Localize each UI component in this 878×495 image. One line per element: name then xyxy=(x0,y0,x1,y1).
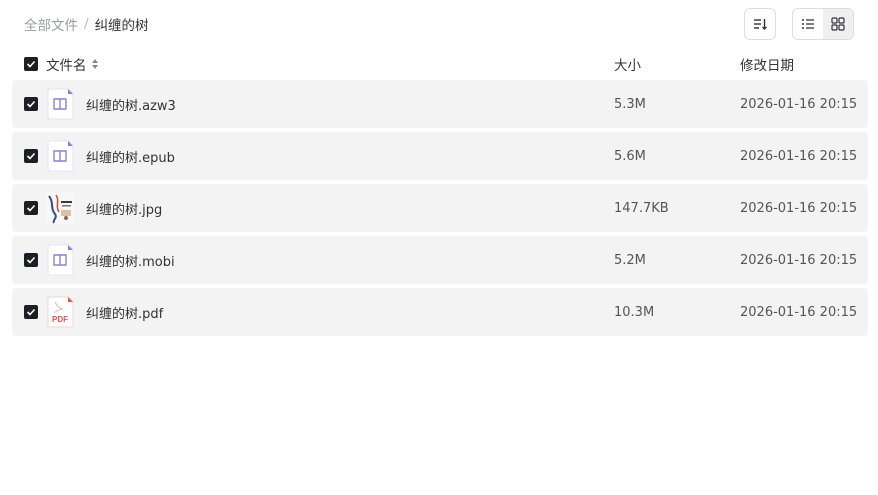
check-icon xyxy=(26,256,36,264)
file-size: 10.3M xyxy=(614,304,655,320)
ebook-icon xyxy=(47,244,74,276)
column-header-name[interactable]: 文件名 xyxy=(46,54,614,74)
file-row[interactable]: 纠缠的树.azw3 5.3M 2026-01-16 20:15 xyxy=(12,80,868,128)
image-thumbnail xyxy=(46,192,74,224)
select-all-checkbox[interactable] xyxy=(24,57,38,71)
file-size: 5.3M xyxy=(614,96,646,112)
file-row[interactable]: 纠缠的树.epub 5.6M 2026-01-16 20:15 xyxy=(12,132,868,180)
list-view-button[interactable] xyxy=(793,9,823,39)
grid-view-button[interactable] xyxy=(823,9,853,39)
file-row[interactable]: 纠缠的树.mobi 5.2M 2026-01-16 20:15 xyxy=(12,236,868,284)
sort-icon xyxy=(754,19,767,30)
breadcrumb: 全部文件 / 纠缠的树 xyxy=(24,14,149,34)
file-name[interactable]: 纠缠的树.azw3 xyxy=(86,95,614,114)
list-header: 文件名 大小 修改日期 xyxy=(12,52,868,76)
file-date: 2026-01-16 20:15 xyxy=(740,304,858,320)
column-header-name-label: 文件名 xyxy=(46,58,87,74)
breadcrumb-root[interactable]: 全部文件 xyxy=(24,14,78,34)
file-date: 2026-01-16 20:15 xyxy=(740,252,858,268)
grid-view-icon xyxy=(831,17,845,31)
check-icon xyxy=(26,60,36,68)
breadcrumb-separator: / xyxy=(84,16,89,32)
pdf-label: PDF xyxy=(52,315,68,324)
check-icon xyxy=(26,308,36,316)
ebook-icon xyxy=(47,88,74,120)
file-size: 147.7KB xyxy=(614,200,669,216)
breadcrumb-current: 纠缠的树 xyxy=(94,18,149,34)
sort-toggle-icon xyxy=(91,59,98,69)
file-size: 5.2M xyxy=(614,252,646,268)
column-header-size: 大小 xyxy=(614,58,641,74)
file-name[interactable]: 纠缠的树.jpg xyxy=(86,199,614,218)
column-header-modified: 修改日期 xyxy=(740,58,794,74)
pdf-icon: PDF xyxy=(47,296,74,328)
row-checkbox[interactable] xyxy=(24,201,38,215)
file-name[interactable]: 纠缠的树.mobi xyxy=(86,251,614,270)
check-icon xyxy=(26,204,36,212)
file-list: 纠缠的树.azw3 5.3M 2026-01-16 20:15 纠缠的树.epu… xyxy=(12,80,868,340)
file-date: 2026-01-16 20:15 xyxy=(740,148,858,164)
row-checkbox[interactable] xyxy=(24,97,38,111)
row-checkbox[interactable] xyxy=(24,305,38,319)
row-checkbox[interactable] xyxy=(24,149,38,163)
file-browser: 全部文件 / 纠缠的树 文件名 大小 修改日期 纠缠的树.azw3 5.3M 2… xyxy=(0,0,878,495)
check-icon xyxy=(26,100,36,108)
row-checkbox[interactable] xyxy=(24,253,38,267)
list-view-icon xyxy=(802,19,814,29)
toolbar xyxy=(744,8,854,40)
sort-button[interactable] xyxy=(744,8,776,40)
view-toggle xyxy=(792,8,854,40)
file-size: 5.6M xyxy=(614,148,646,164)
file-date: 2026-01-16 20:15 xyxy=(740,200,858,216)
file-name[interactable]: 纠缠的树.epub xyxy=(86,147,614,166)
file-date: 2026-01-16 20:15 xyxy=(740,96,858,112)
check-icon xyxy=(26,152,36,160)
file-row[interactable]: 纠缠的树.jpg 147.7KB 2026-01-16 20:15 xyxy=(12,184,868,232)
ebook-icon xyxy=(47,140,74,172)
file-row[interactable]: PDF 纠缠的树.pdf 10.3M 2026-01-16 20:15 xyxy=(12,288,868,336)
file-name[interactable]: 纠缠的树.pdf xyxy=(86,303,614,322)
